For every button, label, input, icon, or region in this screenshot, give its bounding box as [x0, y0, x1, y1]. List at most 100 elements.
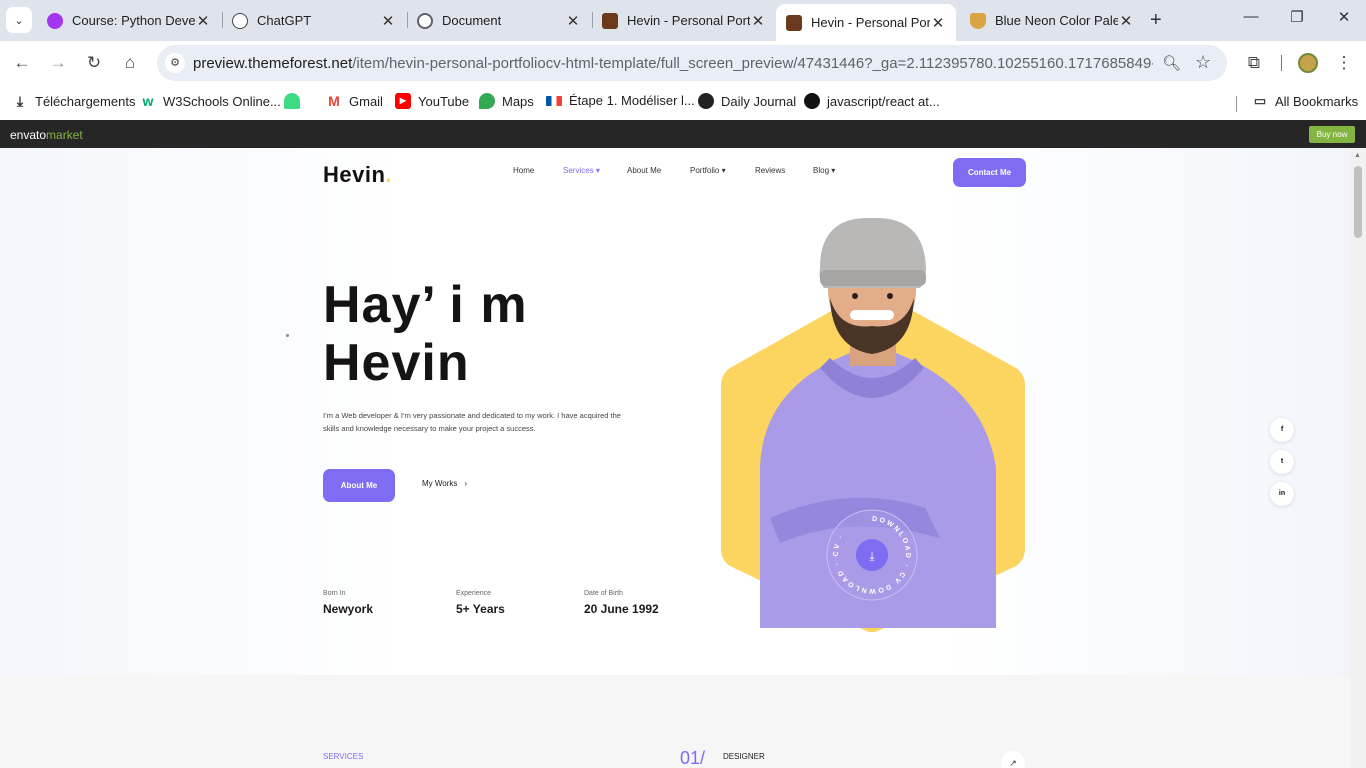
close-icon[interactable]: ✕	[195, 12, 211, 30]
nav-blog[interactable]: Blog ▾	[813, 166, 835, 175]
tab-search-button[interactable]: ⌄	[6, 7, 32, 33]
android-icon	[284, 93, 300, 109]
nav-portfolio[interactable]: Portfolio ▾	[690, 166, 726, 175]
stat-label-experience: Experience	[456, 590, 492, 597]
forward-button[interactable]: →	[48, 53, 68, 73]
tab-title: Hevin - Personal Port	[811, 15, 930, 30]
back-button[interactable]: ←	[12, 53, 32, 73]
home-button[interactable]: ⌂	[120, 53, 140, 73]
all-bookmarks-label: All Bookmarks	[1275, 93, 1359, 109]
address-bar[interactable]: ⚙ preview.themeforest.net/item/hevin-per…	[157, 45, 1227, 81]
maps-icon	[479, 93, 495, 109]
close-icon[interactable]: ✕	[380, 12, 396, 30]
bookmark-label: Gmail	[349, 93, 383, 109]
hero-title-line1: Hay’ i m	[323, 276, 528, 334]
bookmark-star-icon[interactable]: ☆	[1195, 52, 1211, 73]
bookmark-label: Daily Journal	[721, 93, 797, 109]
caret-down-icon: ▾	[719, 166, 726, 175]
facebook-icon[interactable]: f	[1270, 418, 1294, 442]
brand-name: Hevin	[323, 162, 386, 187]
bookmark-youtube[interactable]: ▶ YouTube	[395, 93, 469, 109]
palette-icon	[970, 12, 986, 29]
envato-logo[interactable]: envatomarket	[10, 128, 83, 142]
nav-about[interactable]: About Me	[627, 166, 661, 175]
close-window-button[interactable]: ✕	[1334, 8, 1354, 26]
site-logo[interactable]: Hevin.	[323, 162, 392, 188]
extensions-icon[interactable]: ⧉	[1244, 53, 1264, 73]
envato-market-text: market	[46, 128, 83, 142]
bookmark-daily-journal[interactable]: Daily Journal	[698, 93, 796, 109]
bookmarks-bar: ⤓ Téléchargements w W3Schools Online... …	[0, 85, 1366, 120]
services-section	[0, 675, 1350, 768]
nav-services-label: Services	[563, 166, 594, 175]
nav-portfolio-label: Portfolio	[690, 166, 720, 175]
new-tab-button[interactable]: +	[1150, 9, 1162, 32]
more-menu-icon[interactable]: ⋮	[1334, 53, 1354, 73]
all-bookmarks[interactable]: ▭ All Bookmarks	[1252, 93, 1358, 109]
download-icon: ⤓	[16, 93, 24, 109]
toolbar-divider	[1281, 55, 1282, 71]
site-info-icon[interactable]: ⚙	[165, 53, 185, 73]
bookmark-label: Téléchargements	[35, 93, 136, 109]
nav-blog-label: Blog	[813, 166, 830, 175]
chatgpt-icon	[232, 12, 248, 29]
bookmark-gmail[interactable]: M Gmail	[326, 93, 383, 109]
services-label: SERVICES	[323, 752, 364, 761]
profile-avatar[interactable]	[1298, 53, 1318, 73]
contact-me-button[interactable]: Contact Me	[953, 158, 1026, 187]
tab-0[interactable]: Course: Python Devel ✕	[37, 4, 221, 37]
tab-title: Blue Neon Color Pale	[995, 13, 1118, 28]
close-icon[interactable]: ✕	[1118, 12, 1134, 30]
bookmark-etape[interactable]: Étape 1. Modéliser l...	[546, 93, 695, 108]
github-icon	[804, 93, 820, 109]
download-icon: ⤓	[869, 549, 875, 563]
nav-services[interactable]: Services ▾	[563, 166, 600, 175]
tab-3[interactable]: Hevin - Personal Port ✕	[592, 4, 776, 37]
caret-down-icon: ▾	[829, 166, 836, 175]
minimize-button[interactable]: —	[1241, 8, 1261, 25]
page-content: Hevin. Home Services ▾ About Me Portfoli…	[0, 148, 1350, 768]
tab-title: Hevin - Personal Port	[627, 13, 750, 28]
hevin-favicon-icon	[786, 14, 802, 31]
about-me-button[interactable]: About Me	[323, 469, 395, 502]
bookmark-github[interactable]: javascript/react at...	[804, 93, 940, 109]
browser-toolbar: ← → ↻ ⌂ ⚙ preview.themeforest.net/item/h…	[0, 41, 1366, 85]
gmail-icon: M	[326, 93, 342, 109]
nav-reviews[interactable]: Reviews	[755, 166, 785, 175]
tab-2[interactable]: Document ✕	[407, 4, 591, 37]
bookmark-downloads[interactable]: ⤓ Téléchargements	[12, 93, 136, 109]
flag-icon	[546, 95, 562, 106]
close-icon[interactable]: ✕	[565, 12, 581, 30]
stat-label-dob: Date of Birth	[584, 590, 623, 597]
envato-bar: envatomarket Buy now	[0, 120, 1366, 148]
cv-download-badge[interactable]: ⤓ DOWNLOAD · CV DOWNLOAD · CV ·	[826, 509, 918, 601]
bookmark-w3schools[interactable]: w W3Schools Online...	[140, 93, 281, 109]
scrollbar-thumb[interactable]	[1354, 166, 1362, 238]
my-works-link[interactable]: My Works ›	[422, 479, 467, 488]
tab-5[interactable]: Blue Neon Color Pale ✕	[960, 4, 1144, 37]
nav-home[interactable]: Home	[513, 166, 534, 175]
scroll-up-arrow-icon[interactable]: ▲	[1354, 152, 1361, 159]
youtube-icon: ▶	[395, 93, 411, 109]
page-scrollbar[interactable]: ▲	[1350, 148, 1366, 768]
hero-portrait: ⤓ DOWNLOAD · CV DOWNLOAD · CV ·	[721, 218, 1025, 632]
twitter-icon[interactable]: t	[1270, 450, 1294, 474]
tab-4-active[interactable]: Hevin - Personal Port ✕	[776, 4, 956, 41]
reload-button[interactable]: ↻	[84, 53, 104, 73]
bookmark-label: javascript/react at...	[827, 93, 940, 109]
hevin-favicon-icon	[602, 12, 618, 29]
close-icon[interactable]: ✕	[930, 14, 946, 32]
close-icon[interactable]: ✕	[750, 12, 766, 30]
bookmark-android[interactable]	[284, 93, 307, 109]
restore-button[interactable]: ❐	[1287, 8, 1307, 26]
bookmark-label: Maps	[502, 93, 534, 109]
url-text[interactable]: preview.themeforest.net/item/hevin-perso…	[193, 55, 1153, 72]
tab-1[interactable]: ChatGPT ✕	[222, 4, 406, 37]
buy-now-button[interactable]: Buy now	[1309, 126, 1355, 143]
arrow-up-right-icon[interactable]: ↗	[1001, 751, 1025, 768]
zoom-icon[interactable]: 🔍︎	[1162, 54, 1181, 72]
linkedin-icon[interactable]: in	[1270, 482, 1294, 506]
bookmark-label: Étape 1. Modéliser l...	[569, 93, 695, 108]
bookmark-maps[interactable]: Maps	[479, 93, 534, 109]
bookmarks-divider	[1236, 96, 1237, 112]
